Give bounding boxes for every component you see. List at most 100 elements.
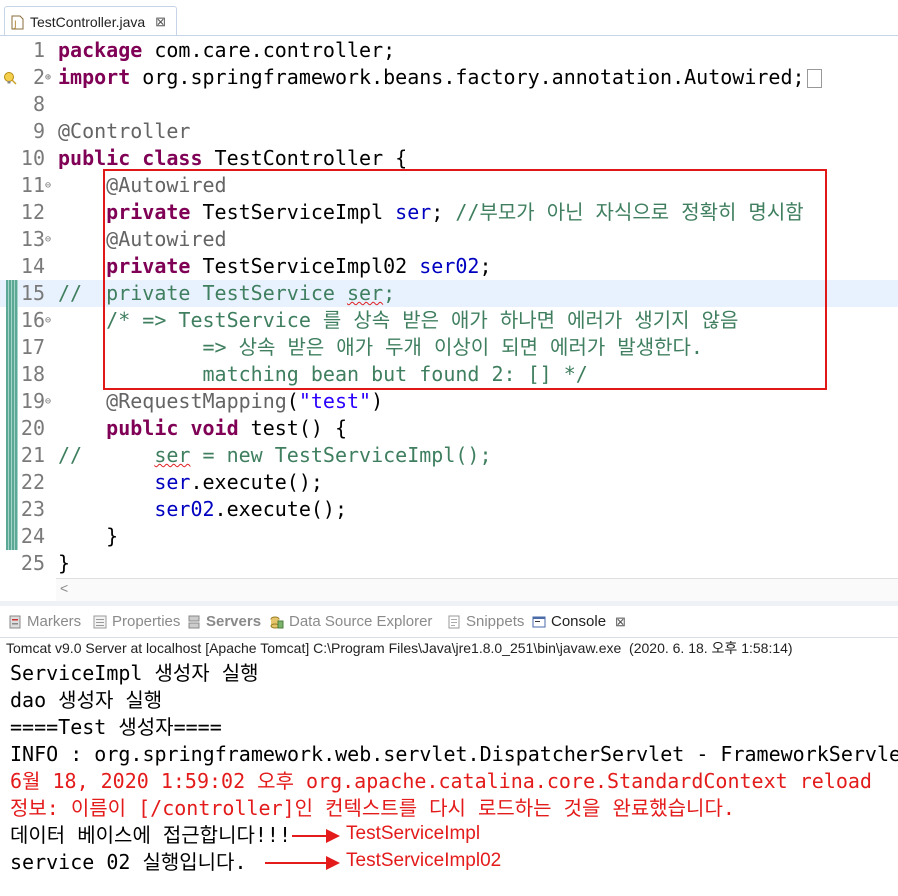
code-text: @Autowired bbox=[106, 173, 227, 197]
editor-tab-bar: J TestController.java ⊠ bbox=[0, 0, 898, 37]
code-line[interactable]: 15 // private TestService ser; bbox=[0, 280, 898, 307]
fold-collapse-icon[interactable]: ⊖ bbox=[45, 226, 55, 253]
code-line[interactable]: 25} bbox=[0, 550, 898, 577]
properties-icon bbox=[93, 615, 107, 629]
code-editor[interactable]: 1 package com.care.controller; 2 ⊕ import or… bbox=[0, 36, 898, 601]
code-line[interactable]: 21 // ser = new TestServiceImpl(); bbox=[0, 442, 898, 469]
code-line[interactable]: 19 ⊖ @RequestMapping("test") bbox=[0, 388, 898, 415]
console-line: 정보: 이름이 [/controller]인 컨텍스트를 다시 로드하는 것을 … bbox=[10, 796, 735, 820]
console-line: 6월 18, 2020 1:59:02 오후 org.apache.catali… bbox=[10, 769, 872, 793]
code-text: package com.care.controller; bbox=[58, 38, 396, 62]
view-tab-data-source-explorer[interactable]: Data Source Explorer bbox=[270, 606, 432, 637]
code-line[interactable]: 20 public void test() { bbox=[0, 415, 898, 442]
line-number: 24 bbox=[20, 524, 45, 548]
code-text: ser02.execute(); bbox=[154, 497, 347, 521]
fold-collapse-icon[interactable]: ⊖ bbox=[45, 307, 55, 334]
code-line[interactable]: 14 private TestServiceImpl02 ser02; bbox=[0, 253, 898, 280]
view-tab-markers[interactable]: Markers bbox=[8, 606, 81, 637]
line-number: 9 bbox=[32, 119, 45, 143]
view-tab-console[interactable]: Console ⊠ bbox=[532, 606, 626, 637]
code-text: private TestServiceImpl ser; //부모가 아닌 자식… bbox=[106, 200, 804, 224]
line-number: 22 bbox=[20, 470, 45, 494]
annotation-label: TestServiceImpl bbox=[346, 823, 481, 844]
annotation-arrow bbox=[265, 862, 328, 864]
servers-icon bbox=[187, 615, 201, 629]
snippets-icon bbox=[447, 615, 461, 629]
code-text: ser.execute(); bbox=[154, 470, 323, 494]
line-number: 19 bbox=[20, 389, 45, 413]
view-tab-label: Properties bbox=[112, 613, 181, 630]
console-line: ServiceImpl 생성자 실행 bbox=[10, 661, 259, 685]
code-line[interactable]: 17 => 상속 받은 애가 두개 이상이 되면 에러가 발생한다. bbox=[0, 334, 898, 361]
code-text: @Autowired bbox=[106, 227, 227, 251]
view-tab-properties[interactable]: Properties bbox=[93, 606, 180, 637]
code-text: public class TestController { bbox=[58, 146, 408, 170]
code-line[interactable]: 12 private TestServiceImpl ser; //부모가 아닌… bbox=[0, 199, 898, 226]
code-line[interactable]: 13 ⊖ @Autowired bbox=[0, 226, 898, 253]
console-output[interactable]: ServiceImpl 생성자 실행 dao 생성자 실행 ====Test 생성자… bbox=[0, 660, 898, 896]
console-line: service 02 실행입니다. bbox=[10, 850, 247, 874]
horizontal-scrollbar[interactable]: < bbox=[56, 578, 898, 601]
editor-tab-label: TestController.java bbox=[30, 14, 146, 30]
code-line[interactable]: 9 @Controller bbox=[0, 118, 898, 145]
console-icon bbox=[532, 615, 546, 629]
code-text: private TestServiceImpl02 ser02; bbox=[106, 254, 492, 278]
fold-expand-icon[interactable]: ⊕ bbox=[45, 64, 55, 91]
view-tab-label: Snippets bbox=[466, 613, 525, 630]
view-tab-servers[interactable]: Servers bbox=[187, 606, 261, 637]
line-number: 14 bbox=[20, 254, 45, 278]
code-line[interactable]: 16 ⊖ /* => TestService 를 상속 받은 애가 하나면 에러가… bbox=[0, 307, 898, 334]
fold-collapse-icon[interactable]: ⊖ bbox=[45, 172, 55, 199]
code-text: => 상속 받은 애가 두개 이상이 되면 에러가 발생한다. bbox=[58, 335, 703, 359]
code-text: public void test() { bbox=[106, 416, 348, 440]
line-number: 25 bbox=[20, 551, 45, 575]
close-view-icon[interactable]: ⊠ bbox=[615, 614, 626, 630]
line-number: 11 bbox=[20, 173, 45, 197]
close-tab-icon[interactable]: ⊠ bbox=[155, 14, 166, 30]
line-number: 15 bbox=[20, 281, 45, 305]
view-tab-label: Data Source Explorer bbox=[289, 613, 433, 630]
code-line[interactable]: 24 } bbox=[0, 523, 898, 550]
line-number: 18 bbox=[20, 362, 45, 386]
code-text: matching bean but found 2: [] */ bbox=[58, 362, 588, 386]
code-text: // ser = new TestServiceImpl(); bbox=[58, 443, 492, 467]
java-file-icon: J bbox=[11, 15, 24, 30]
arrowhead-icon bbox=[326, 856, 340, 870]
line-number: 2 bbox=[32, 65, 45, 89]
line-number: 21 bbox=[20, 443, 45, 467]
collapsed-region-icon[interactable] bbox=[806, 69, 822, 88]
code-line[interactable]: 22 ser.execute(); bbox=[0, 469, 898, 496]
code-line[interactable]: 11 ⊖ @Autowired bbox=[0, 172, 898, 199]
line-number: 8 bbox=[32, 92, 45, 116]
view-tab-label: Servers bbox=[206, 613, 262, 630]
console-line: dao 생성자 실행 bbox=[10, 688, 163, 712]
console-title: Tomcat v9.0 Server at localhost [Apache … bbox=[6, 640, 793, 656]
annotation-arrow bbox=[292, 835, 328, 837]
code-text: } bbox=[58, 551, 71, 575]
console-line: ====Test 생성자==== bbox=[10, 715, 222, 739]
console-line: INFO : org.springframework.web.servlet.D… bbox=[10, 742, 898, 766]
line-number: 10 bbox=[20, 146, 45, 170]
line-number: 16 bbox=[20, 308, 45, 332]
code-text: import org.springframework.beans.factory… bbox=[58, 64, 822, 91]
code-line[interactable]: 23 ser02.execute(); bbox=[0, 496, 898, 523]
fold-collapse-icon[interactable]: ⊖ bbox=[45, 388, 55, 415]
code-text: // private TestService ser; bbox=[58, 281, 396, 305]
data-source-icon bbox=[270, 615, 284, 629]
line-number: 12 bbox=[20, 200, 45, 224]
console-line: 데이터 베이스에 접근합니다!!! bbox=[10, 823, 292, 847]
code-line[interactable]: 18 matching bean but found 2: [] */ bbox=[0, 361, 898, 388]
arrowhead-icon bbox=[326, 829, 340, 843]
code-text: /* => TestService 를 상속 받은 애가 하나면 에러가 생기지… bbox=[106, 308, 739, 332]
view-tab-bar: Markers Properties Servers Data Source Expl… bbox=[0, 606, 898, 638]
code-line[interactable]: 1 package com.care.controller; bbox=[0, 37, 898, 64]
scroll-left-icon[interactable]: < bbox=[60, 580, 68, 596]
code-line[interactable]: 2 ⊕ import org.springframework.beans.facto… bbox=[0, 64, 898, 91]
editor-tab-testcontroller[interactable]: J TestController.java ⊠ bbox=[4, 6, 178, 37]
code-line[interactable]: 8 bbox=[0, 91, 898, 118]
annotation-label: TestServiceImpl02 bbox=[346, 850, 502, 871]
view-tab-snippets[interactable]: Snippets bbox=[447, 606, 524, 637]
code-line[interactable]: 10 public class TestController { bbox=[0, 145, 898, 172]
line-number: 17 bbox=[20, 335, 45, 359]
markers-icon bbox=[8, 615, 22, 629]
